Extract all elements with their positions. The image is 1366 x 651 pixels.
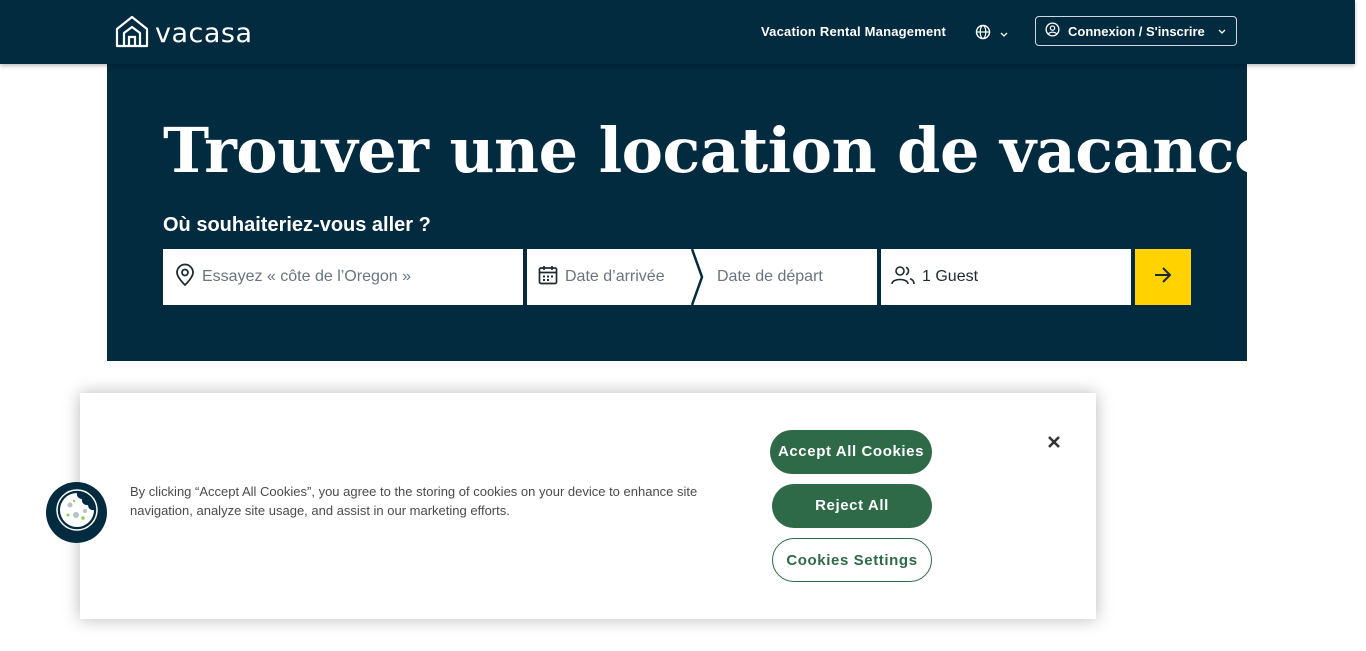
login-signup-button[interactable]: Connexion / S'inscrire — [1035, 16, 1237, 46]
vacasa-logo[interactable]: vacasa — [115, 15, 253, 53]
accept-all-cookies-button[interactable]: Accept All Cookies — [770, 430, 932, 474]
calendar-icon — [537, 264, 559, 291]
date-range-field[interactable]: Date d’arrivée Date de départ — [527, 249, 877, 305]
brand-name: vacasa — [155, 18, 253, 49]
departure-date-placeholder: Date de départ — [717, 268, 823, 285]
destination-field[interactable]: Essayez « côte de l’Oregon » — [163, 249, 523, 305]
arrow-right-icon — [1152, 265, 1174, 290]
departure-date-input[interactable]: Date de départ — [693, 249, 823, 305]
language-selector[interactable] — [975, 24, 1009, 45]
cookie-preferences-button[interactable] — [46, 482, 107, 543]
destination-input[interactable]: Essayez « côte de l’Oregon » — [202, 268, 411, 286]
user-circle-icon — [1045, 22, 1060, 40]
cookie-notice-text: By clicking “Accept All Cookies”, you ag… — [130, 484, 698, 518]
search-submit-button[interactable] — [1135, 249, 1191, 305]
guests-selector[interactable]: 1 Guest — [881, 249, 1131, 305]
globe-icon — [975, 24, 991, 45]
chevron-down-icon — [1217, 24, 1227, 39]
login-label: Connexion / S'inscrire — [1068, 23, 1205, 39]
close-icon[interactable] — [1045, 433, 1063, 451]
scrollbar-gutter — [1355, 0, 1366, 651]
vacation-rental-management-link[interactable]: Vacation Rental Management — [761, 24, 946, 39]
hero-section: Trouver une location de vacances Où souh… — [107, 64, 1308, 361]
top-navigation-bar: vacasa Vacation Rental Management Connex… — [0, 0, 1355, 64]
arrival-date-placeholder: Date d’arrivée — [565, 268, 665, 285]
guests-icon — [890, 264, 916, 291]
chevron-down-icon — [999, 26, 1009, 44]
location-pin-icon — [174, 263, 196, 292]
page-title: Trouver une location de vacances — [163, 114, 1308, 187]
cookie-consent-banner: By clicking “Accept All Cookies”, you ag… — [80, 393, 1096, 619]
home-logo-icon — [115, 15, 149, 53]
cookie-icon — [55, 488, 99, 537]
cookies-settings-button[interactable]: Cookies Settings — [772, 538, 932, 582]
arrival-date-input[interactable]: Date d’arrivée — [527, 249, 693, 305]
search-prompt: Où souhaiteriez-vous aller ? — [163, 214, 431, 236]
reject-all-button[interactable]: Reject All — [772, 484, 932, 528]
guests-value: 1 Guest — [922, 268, 979, 285]
